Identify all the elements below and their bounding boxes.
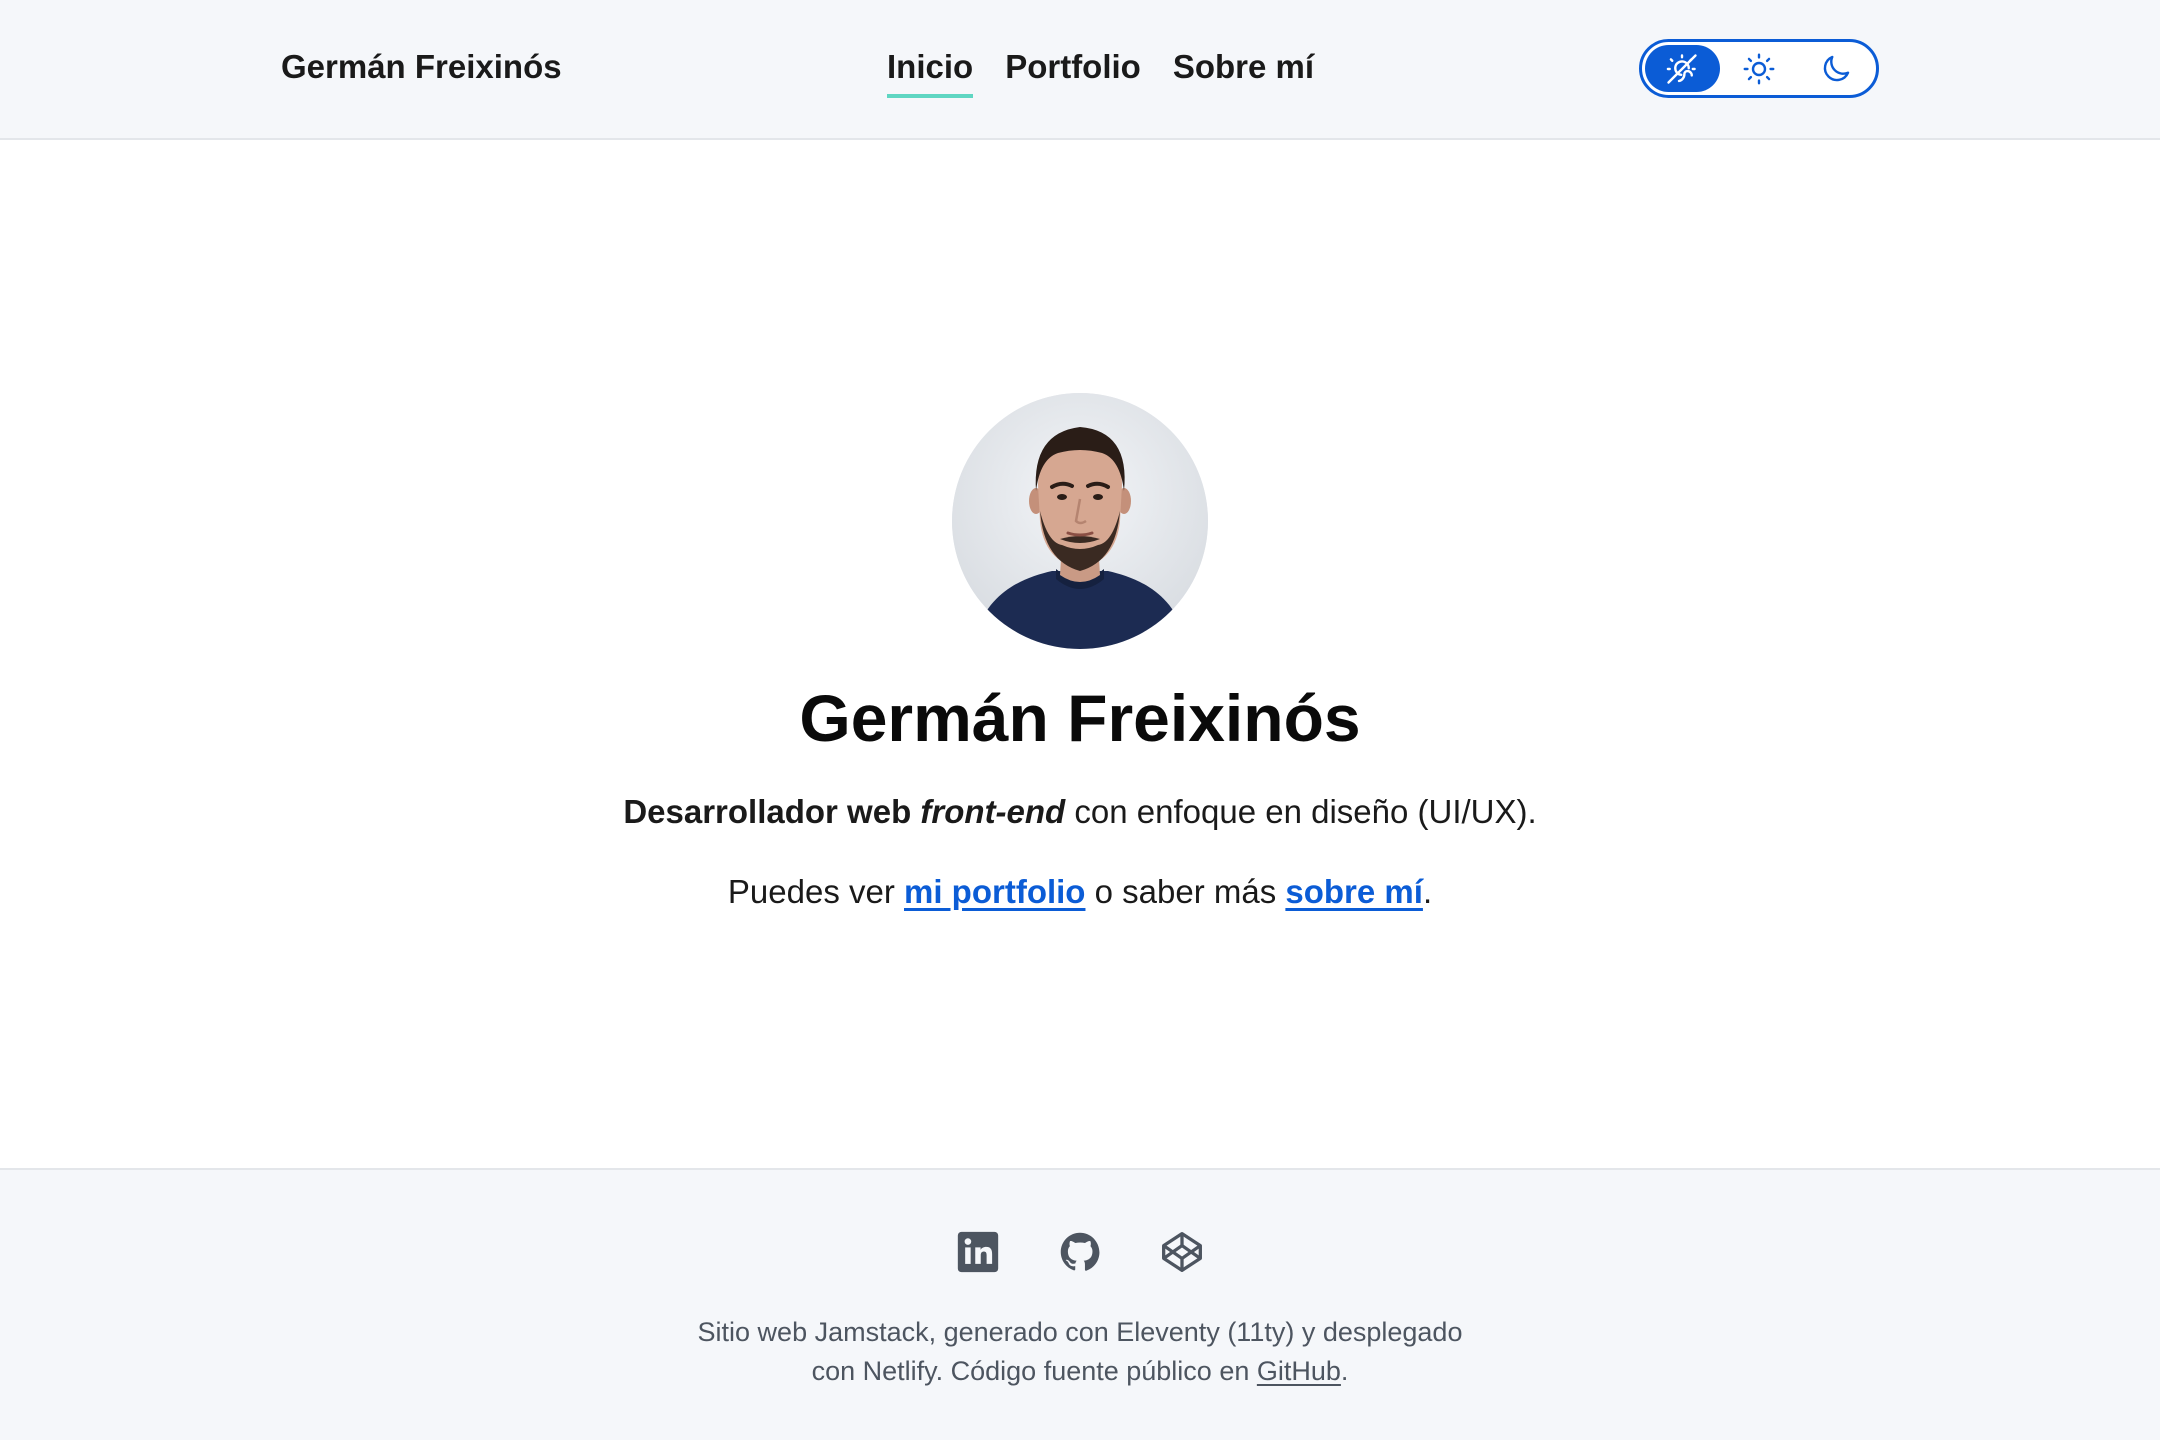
theme-light-button[interactable] [1722, 45, 1797, 92]
tagline-rest: con enfoque en diseño (UI/UX). [1065, 793, 1537, 830]
github-link[interactable] [1058, 1230, 1102, 1274]
about-link[interactable]: sobre mí [1285, 873, 1423, 910]
tagline-bold: Desarrollador web [623, 793, 921, 830]
linkedin-icon [957, 1231, 999, 1273]
profile-photo [952, 393, 1208, 649]
nav-item-portfolio[interactable]: Portfolio [1005, 48, 1141, 98]
nav-item-inicio[interactable]: Inicio [887, 48, 974, 98]
site-header: Germán Freixinós Inicio Portfolio Sobre … [0, 0, 2160, 140]
links-prefix: Puedes ver [727, 873, 904, 910]
links-suffix: . [1422, 873, 1433, 910]
sun-icon [1743, 53, 1775, 84]
main-nav: Inicio Portfolio Sobre mí [887, 48, 1314, 98]
social-links [0, 1230, 2160, 1274]
theme-switch [1639, 39, 1879, 98]
theme-dark-button[interactable] [1798, 45, 1873, 92]
codepen-link[interactable] [1160, 1230, 1204, 1274]
github-icon [1060, 1232, 1100, 1271]
links-middle: o saber más [1085, 873, 1286, 910]
footer-text: Sitio web Jamstack, generado con Elevent… [0, 1313, 2160, 1391]
auto-theme-icon [1667, 53, 1698, 84]
portfolio-link[interactable]: mi portfolio [904, 873, 1085, 910]
footer-line-2-prefix: con Netlify. Código fuente público en [811, 1356, 1257, 1386]
theme-auto-button[interactable] [1645, 45, 1720, 92]
footer-line-2-suffix: . [1340, 1356, 1349, 1386]
tagline-italic: front-end [920, 793, 1066, 830]
site-title-link[interactable]: Germán Freixinós [281, 48, 562, 86]
tagline: Desarrollador web front-end con enfoque … [0, 793, 2160, 831]
site-footer: Sitio web Jamstack, generado con Elevent… [0, 1168, 2160, 1440]
intro-links: Puedes ver mi portfolio o saber más sobr… [0, 873, 2160, 911]
codepen-icon [1162, 1232, 1202, 1272]
avatar [952, 393, 1208, 649]
footer-line-1: Sitio web Jamstack, generado con Elevent… [697, 1317, 1463, 1347]
linkedin-link[interactable] [956, 1230, 1000, 1274]
moon-icon [1823, 55, 1849, 81]
hero-name: Germán Freixinós [799, 681, 1361, 755]
nav-item-sobre-mi[interactable]: Sobre mí [1173, 48, 1314, 98]
github-source-link[interactable]: GitHub [1257, 1356, 1341, 1386]
